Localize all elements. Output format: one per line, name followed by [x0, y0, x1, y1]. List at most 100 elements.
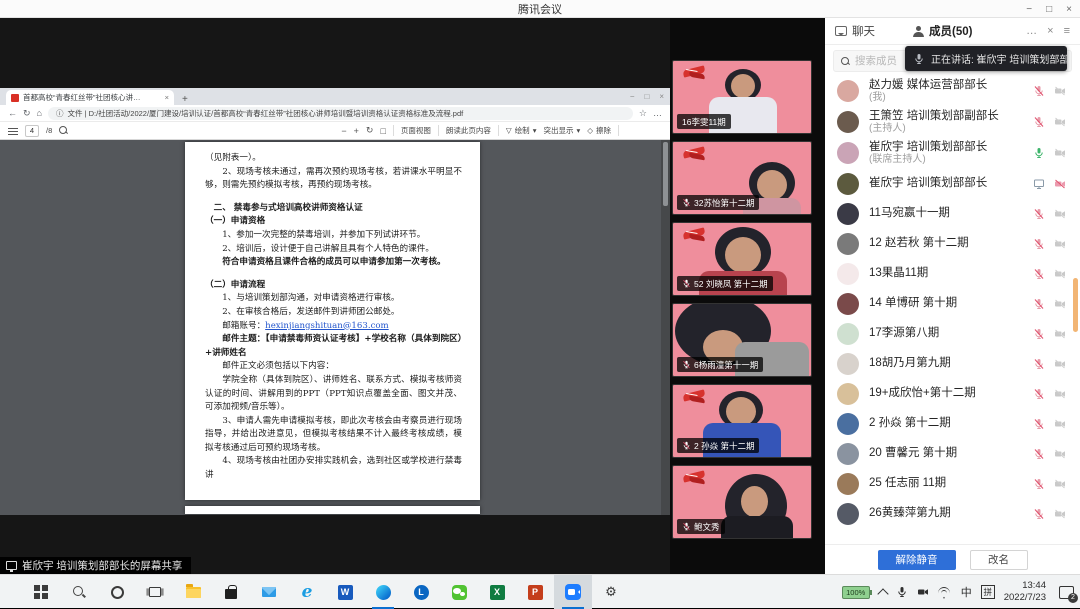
mic-status-icon[interactable]: [1033, 147, 1045, 159]
page-number-input[interactable]: [25, 125, 39, 137]
mic-status-icon[interactable]: [1033, 268, 1045, 280]
tray-expand-icon[interactable]: [877, 588, 888, 599]
member-list-scrollbar-thumb[interactable]: [1073, 278, 1078, 332]
member-row[interactable]: 12 赵若秋 第十二期: [825, 229, 1080, 259]
mail-icon[interactable]: [250, 575, 288, 609]
member-row[interactable]: 25 任志丽 11期: [825, 469, 1080, 499]
mic-status-icon[interactable]: [1033, 178, 1045, 190]
camera-status-icon[interactable]: [1054, 208, 1066, 220]
camera-status-icon[interactable]: [1054, 238, 1066, 250]
video-tile[interactable]: 鲍文秀: [672, 465, 812, 539]
mic-status-icon[interactable]: [1033, 418, 1045, 430]
mic-status-icon[interactable]: [1033, 508, 1045, 520]
video-tile[interactable]: 32苏怡第十二期: [672, 141, 812, 215]
member-row[interactable]: 18胡乃月第九期: [825, 349, 1080, 379]
mic-status-icon[interactable]: [1033, 478, 1045, 490]
browser-tab[interactable]: 首都高校“青春红丝带”社团核心讲… ×: [6, 90, 174, 105]
ime-indicator[interactable]: 拼: [981, 585, 995, 599]
mic-status-icon[interactable]: [1033, 208, 1045, 220]
camera-status-icon[interactable]: [1054, 388, 1066, 400]
home-icon[interactable]: ⌂: [37, 108, 42, 118]
fit-page-icon[interactable]: □: [380, 126, 385, 136]
zoom-out-icon[interactable]: −: [341, 126, 346, 136]
store-icon[interactable]: [212, 575, 250, 609]
email-link[interactable]: hexinjiangshituan@163.com: [265, 321, 389, 331]
erase-button[interactable]: ◇ 擦除: [587, 125, 611, 136]
mic-status-icon[interactable]: [1033, 116, 1045, 128]
video-tile[interactable]: 6杨雨潼第十一期: [672, 303, 812, 377]
browser-close-icon[interactable]: ×: [659, 92, 664, 101]
member-row[interactable]: 20 曹馨元 第十期: [825, 439, 1080, 469]
member-row[interactable]: 11马宛嬴十一期: [825, 199, 1080, 229]
info-icon[interactable]: ⓘ: [56, 108, 64, 119]
highlight-button[interactable]: 突出显示 ▾: [543, 125, 580, 136]
excel-icon[interactable]: X: [478, 575, 516, 609]
pdf-scrollbar[interactable]: [661, 140, 670, 515]
camera-status-icon[interactable]: [1054, 358, 1066, 370]
mic-status-icon[interactable]: [1033, 388, 1045, 400]
tab-close-icon[interactable]: ×: [165, 93, 169, 102]
toc-icon[interactable]: [8, 127, 18, 135]
zoom-in-icon[interactable]: +: [354, 126, 359, 136]
mic-status-icon[interactable]: [1033, 298, 1045, 310]
camera-status-icon[interactable]: [1054, 116, 1066, 128]
wechat-icon[interactable]: [440, 575, 478, 609]
draw-button[interactable]: ▽ 绘制 ▾: [506, 125, 537, 136]
panel-close-icon[interactable]: ×: [1047, 25, 1053, 37]
camera-status-icon[interactable]: [1054, 448, 1066, 460]
ie-icon[interactable]: e: [288, 575, 326, 609]
member-row[interactable]: 崔欣宇 培训策划部部长 (联席主持人): [825, 138, 1080, 169]
member-row[interactable]: 17李源第八期: [825, 319, 1080, 349]
app-l-icon[interactable]: L: [402, 575, 440, 609]
read-aloud-button[interactable]: 朗读此页内容: [446, 125, 491, 136]
meeting-icon[interactable]: [554, 575, 592, 609]
video-tile[interactable]: 52 刘晓凤 第十二期: [672, 222, 812, 296]
browser-menu-icon[interactable]: …: [653, 108, 662, 118]
edge-icon[interactable]: [364, 575, 402, 609]
maximize-button[interactable]: □: [1046, 4, 1052, 15]
new-tab-button[interactable]: +: [182, 94, 188, 105]
member-row[interactable]: 2 孙焱 第十二期: [825, 409, 1080, 439]
tray-mic-icon[interactable]: [896, 586, 908, 598]
minimize-button[interactable]: −: [1026, 4, 1032, 15]
member-row[interactable]: 崔欣宇 培训策划部部长: [825, 169, 1080, 199]
notification-icon[interactable]: 2: [1059, 586, 1074, 599]
camera-status-icon[interactable]: [1054, 298, 1066, 310]
mic-status-icon[interactable]: [1033, 238, 1045, 250]
unmute-button[interactable]: 解除静音: [878, 550, 956, 570]
browser-maximize-icon[interactable]: □: [644, 92, 649, 101]
close-button[interactable]: ×: [1066, 4, 1072, 15]
battery-icon[interactable]: 100%: [842, 586, 870, 599]
refresh-icon[interactable]: ↻: [23, 108, 31, 119]
tab-members[interactable]: 成员(50): [913, 23, 972, 39]
explorer-icon[interactable]: [174, 575, 212, 609]
mic-status-icon[interactable]: [1033, 328, 1045, 340]
member-row[interactable]: 赵力媛 媒体运营部部长 (我): [825, 76, 1080, 107]
camera-status-icon[interactable]: [1054, 85, 1066, 97]
page-view-button[interactable]: 页面视图: [401, 125, 431, 136]
pdf-scrollbar-thumb[interactable]: [663, 142, 668, 206]
url-field[interactable]: ⓘ 文件 | D:/社团活动/2022/厦门建设/培训认证/首都高校“青春红丝带…: [48, 107, 633, 120]
mic-status-icon[interactable]: [1033, 448, 1045, 460]
member-row[interactable]: 26黄臻萍第九期: [825, 499, 1080, 529]
back-icon[interactable]: ←: [8, 108, 17, 118]
camera-status-icon[interactable]: [1054, 147, 1066, 159]
settings-icon[interactable]: ⚙: [592, 575, 630, 609]
video-tile[interactable]: 16李雯11期: [672, 60, 812, 134]
language-indicator[interactable]: 中: [961, 584, 972, 600]
member-row[interactable]: 19+成欣怡+第十二期: [825, 379, 1080, 409]
mic-status-icon[interactable]: [1033, 85, 1045, 97]
browser-minimize-icon[interactable]: −: [630, 92, 635, 101]
rename-button[interactable]: 改名: [970, 550, 1028, 570]
cortana-icon[interactable]: [98, 575, 136, 609]
camera-status-icon[interactable]: [1054, 178, 1066, 190]
tray-camera-icon[interactable]: [917, 586, 929, 598]
camera-status-icon[interactable]: [1054, 478, 1066, 490]
pdf-search-icon[interactable]: [59, 126, 68, 135]
member-row[interactable]: 13果晶11期: [825, 259, 1080, 289]
word-icon[interactable]: W: [326, 575, 364, 609]
member-list[interactable]: 赵力媛 媒体运营部部长 (我): [825, 76, 1080, 538]
camera-status-icon[interactable]: [1054, 328, 1066, 340]
panel-menu-icon[interactable]: ≡: [1064, 25, 1070, 37]
camera-status-icon[interactable]: [1054, 508, 1066, 520]
